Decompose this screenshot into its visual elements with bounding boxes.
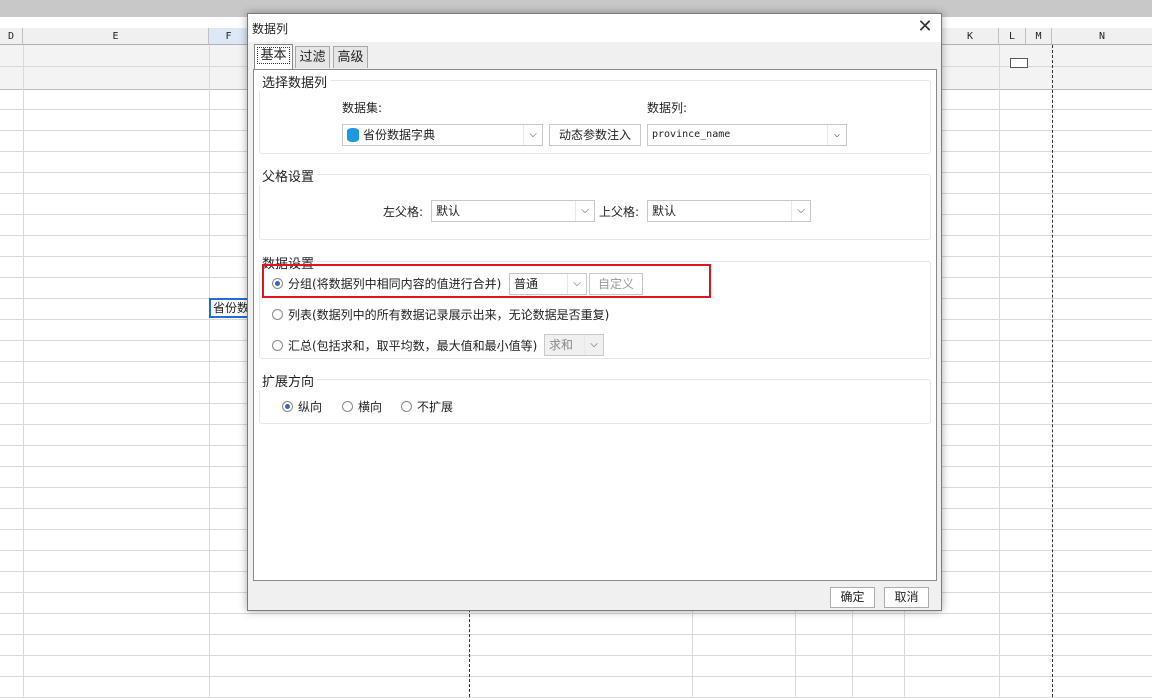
sheet-row [0,635,1152,656]
column-header-n[interactable]: N [1052,28,1152,45]
sheet-row [0,677,1152,698]
dialog-title: 数据列 [252,22,289,36]
no-expand-option[interactable]: 不扩展 [401,398,453,415]
page-break-line [1052,45,1053,697]
column-header-e[interactable]: E [23,28,209,45]
parent-settings-title: 父格设置 [259,166,318,185]
list-option[interactable]: 列表(数据列中的所有数据记录展示出来，无论数据是否重复) [272,306,609,323]
close-icon[interactable]: ✕ [915,16,935,38]
highlight-box [262,264,711,298]
parent-settings-group [259,174,931,240]
summary-mode-select[interactable]: 求和 ⌵ [544,334,604,356]
tab-advanced[interactable]: 高级 [333,46,368,68]
chevron-down-icon: ⌵ [827,125,846,145]
summary-option[interactable]: 汇总(包括求和，取平均数，最大值和最小值等) [272,337,537,354]
radio-unselected[interactable] [272,309,283,320]
radio-selected[interactable] [282,401,293,412]
column-header-f[interactable]: F [209,28,249,45]
top-parent-label: 上父格: [599,205,640,219]
chevron-down-icon: ⌵ [575,201,594,221]
radio-unselected[interactable] [342,401,353,412]
widget-icon[interactable] [1010,58,1028,68]
radio-unselected[interactable] [272,340,283,351]
column-header-l[interactable]: L [999,28,1026,45]
radio-unselected[interactable] [401,401,412,412]
tab-filter[interactable]: 过滤 [295,46,330,68]
left-parent-label: 左父格: [383,205,424,219]
column-header-d[interactable]: D [0,28,23,45]
chevron-down-icon: ⌵ [584,335,603,355]
chevron-down-icon: ⌵ [523,125,542,145]
dynamic-param-button[interactable]: 动态参数注入 [549,124,641,146]
cancel-button[interactable]: 取消 [884,587,929,608]
sheet-row [0,614,1152,635]
column-label: 数据列: [647,101,688,115]
column-header-m[interactable]: M [1026,28,1052,45]
select-column-title: 选择数据列 [259,72,331,91]
expand-direction-title: 扩展方向 [259,371,318,390]
dialog-title-bar: 数据列 ✕ [248,14,941,42]
tab-basic[interactable]: 基本 [254,44,293,69]
ok-button[interactable]: 确定 [830,587,875,608]
chevron-down-icon: ⌵ [791,201,810,221]
tab-panel-basic: 选择数据列 数据集: 省份数据字典 ⌵ 动态参数注入 数据列: province… [253,69,937,581]
column-select[interactable]: province_name ⌵ [647,124,847,146]
dataset-label: 数据集: [342,101,383,115]
dataset-select[interactable]: 省份数据字典 ⌵ [342,124,543,146]
column-header-k[interactable]: K [942,28,999,45]
left-parent-select[interactable]: 默认 ⌵ [431,200,595,222]
database-icon [347,127,359,142]
expand-vertical-option[interactable]: 纵向 [282,398,322,415]
top-parent-select[interactable]: 默认 ⌵ [647,200,811,222]
expand-horizontal-option[interactable]: 横向 [342,398,382,415]
data-column-dialog: 数据列 ✕ 基本 过滤 高级 选择数据列 数据集: 省份数据字典 ⌵ 动态参数注… [247,13,942,611]
sheet-row [0,656,1152,677]
